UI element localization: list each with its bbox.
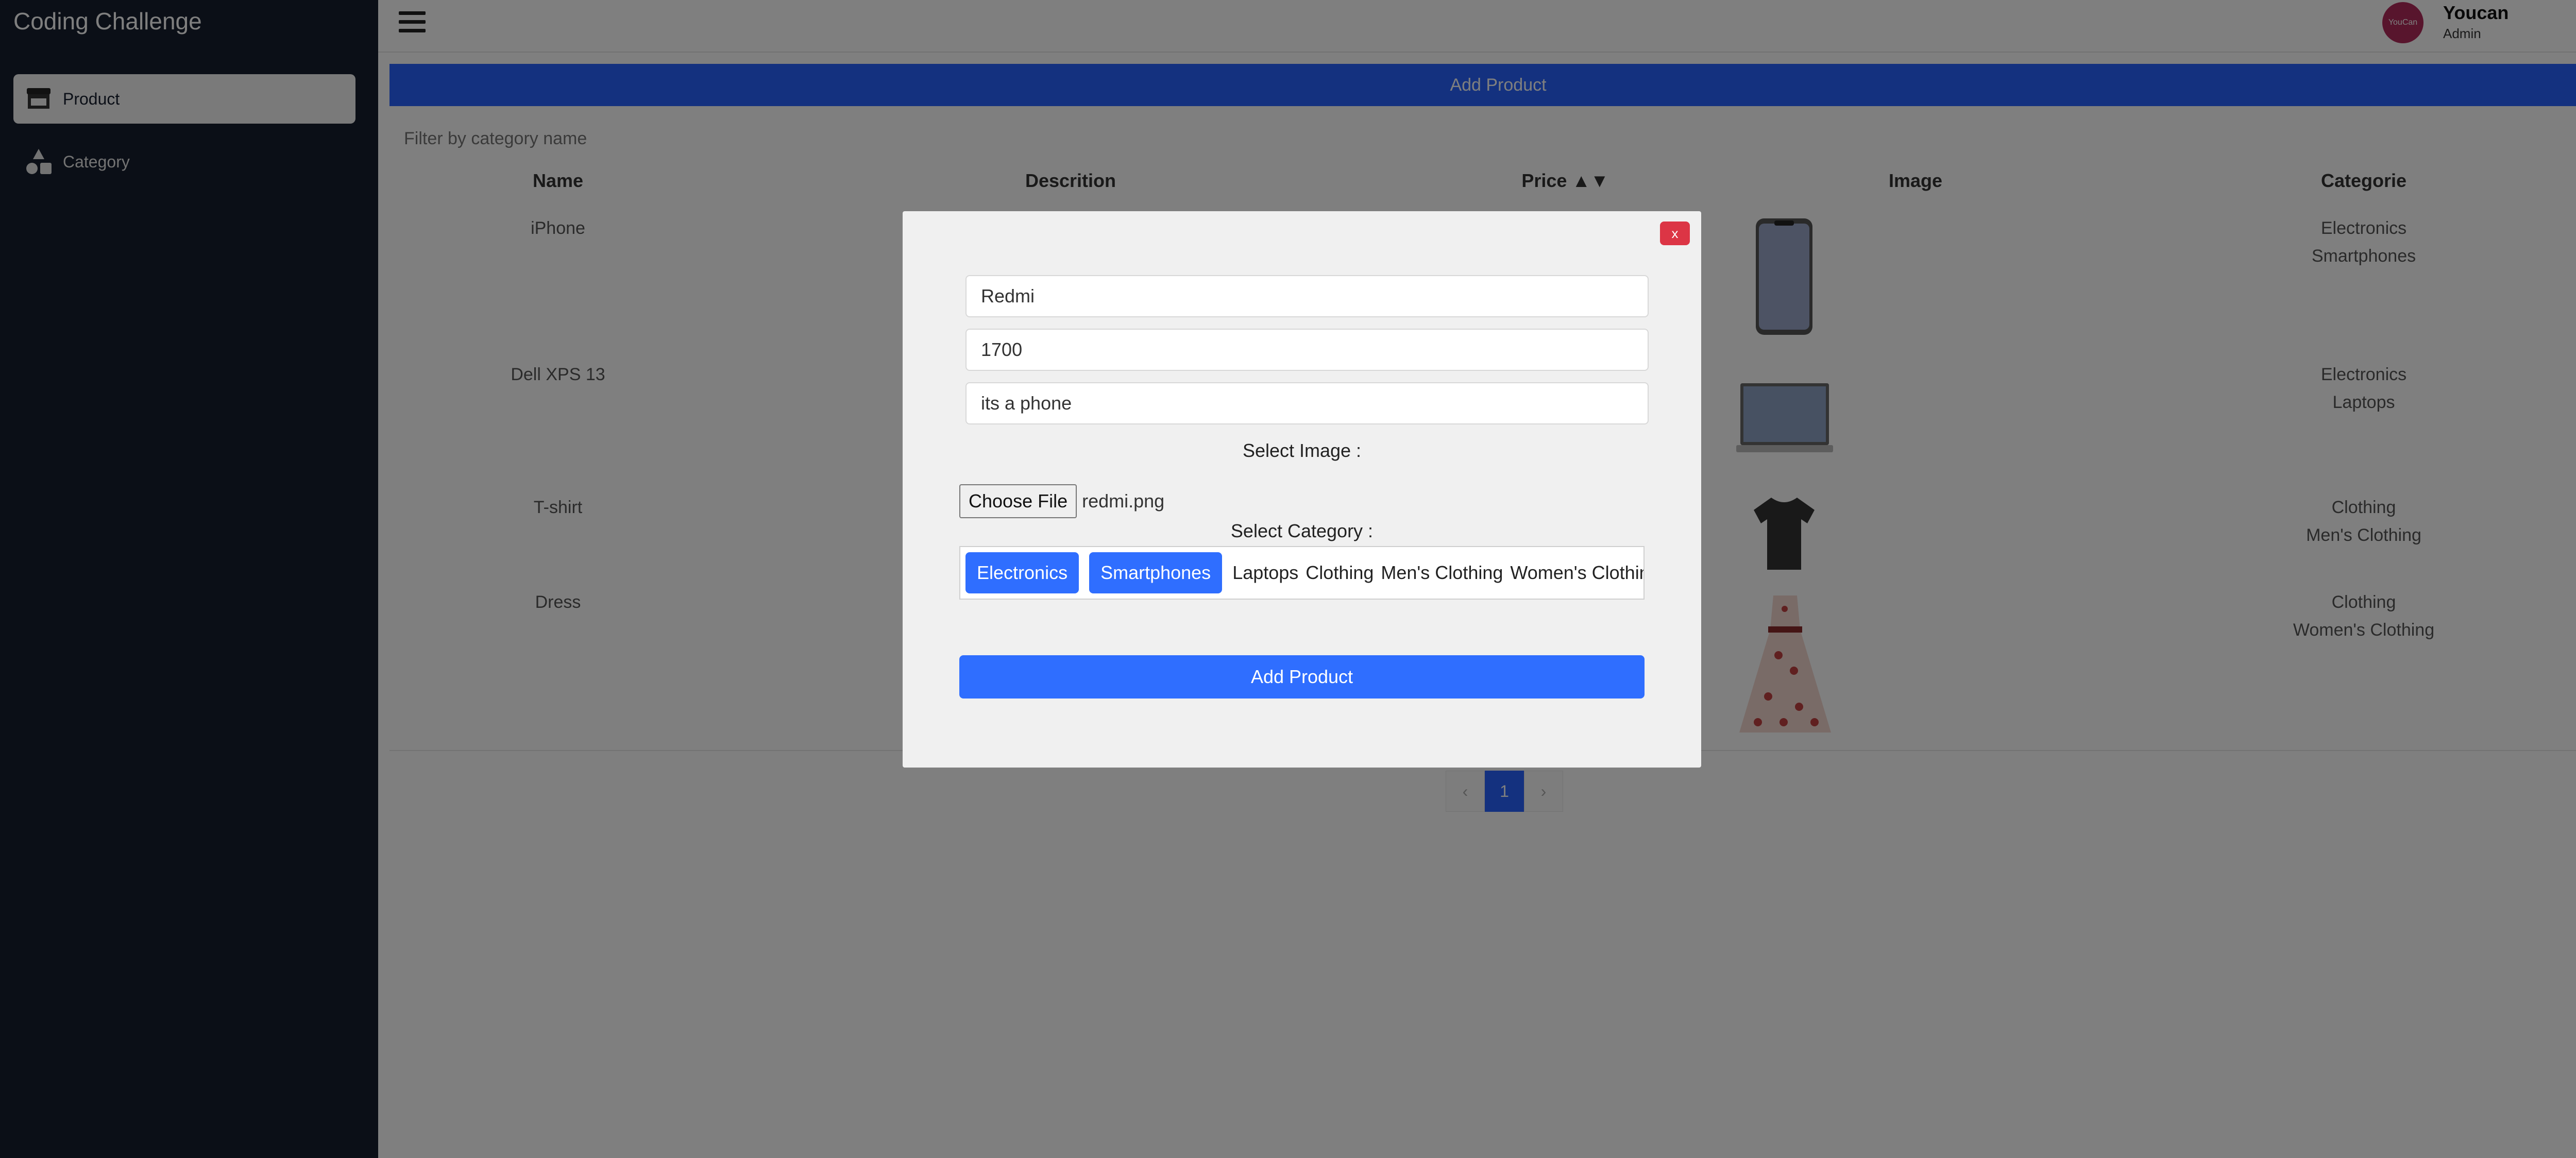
category-option[interactable]: Women's Clothing [1510, 562, 1643, 584]
product-name-input[interactable] [965, 275, 1649, 317]
category-option[interactable]: Clothing [1306, 562, 1374, 584]
select-image-label: Select Image : [1242, 440, 1362, 461]
close-button[interactable]: x [1660, 222, 1690, 245]
add-product-submit-button[interactable]: Add Product [959, 655, 1645, 699]
file-input: Choose File redmi.png [959, 484, 1164, 518]
product-description-input[interactable] [965, 382, 1649, 424]
file-name: redmi.png [1082, 490, 1165, 512]
choose-file-button[interactable]: Choose File [959, 484, 1077, 518]
category-chip-selected[interactable]: Smartphones [1089, 552, 1223, 593]
category-chip-selected[interactable]: Electronics [965, 552, 1079, 593]
add-product-modal: x Select Image : Choose File redmi.png S… [903, 211, 1701, 768]
category-option[interactable]: Men's Clothing [1381, 562, 1503, 584]
select-category-label: Select Category : [1230, 520, 1374, 541]
category-multiselect[interactable]: Electronics Smartphones Laptops Clothing… [959, 546, 1645, 600]
category-option[interactable]: Laptops [1232, 562, 1298, 584]
product-price-input[interactable] [965, 329, 1649, 371]
